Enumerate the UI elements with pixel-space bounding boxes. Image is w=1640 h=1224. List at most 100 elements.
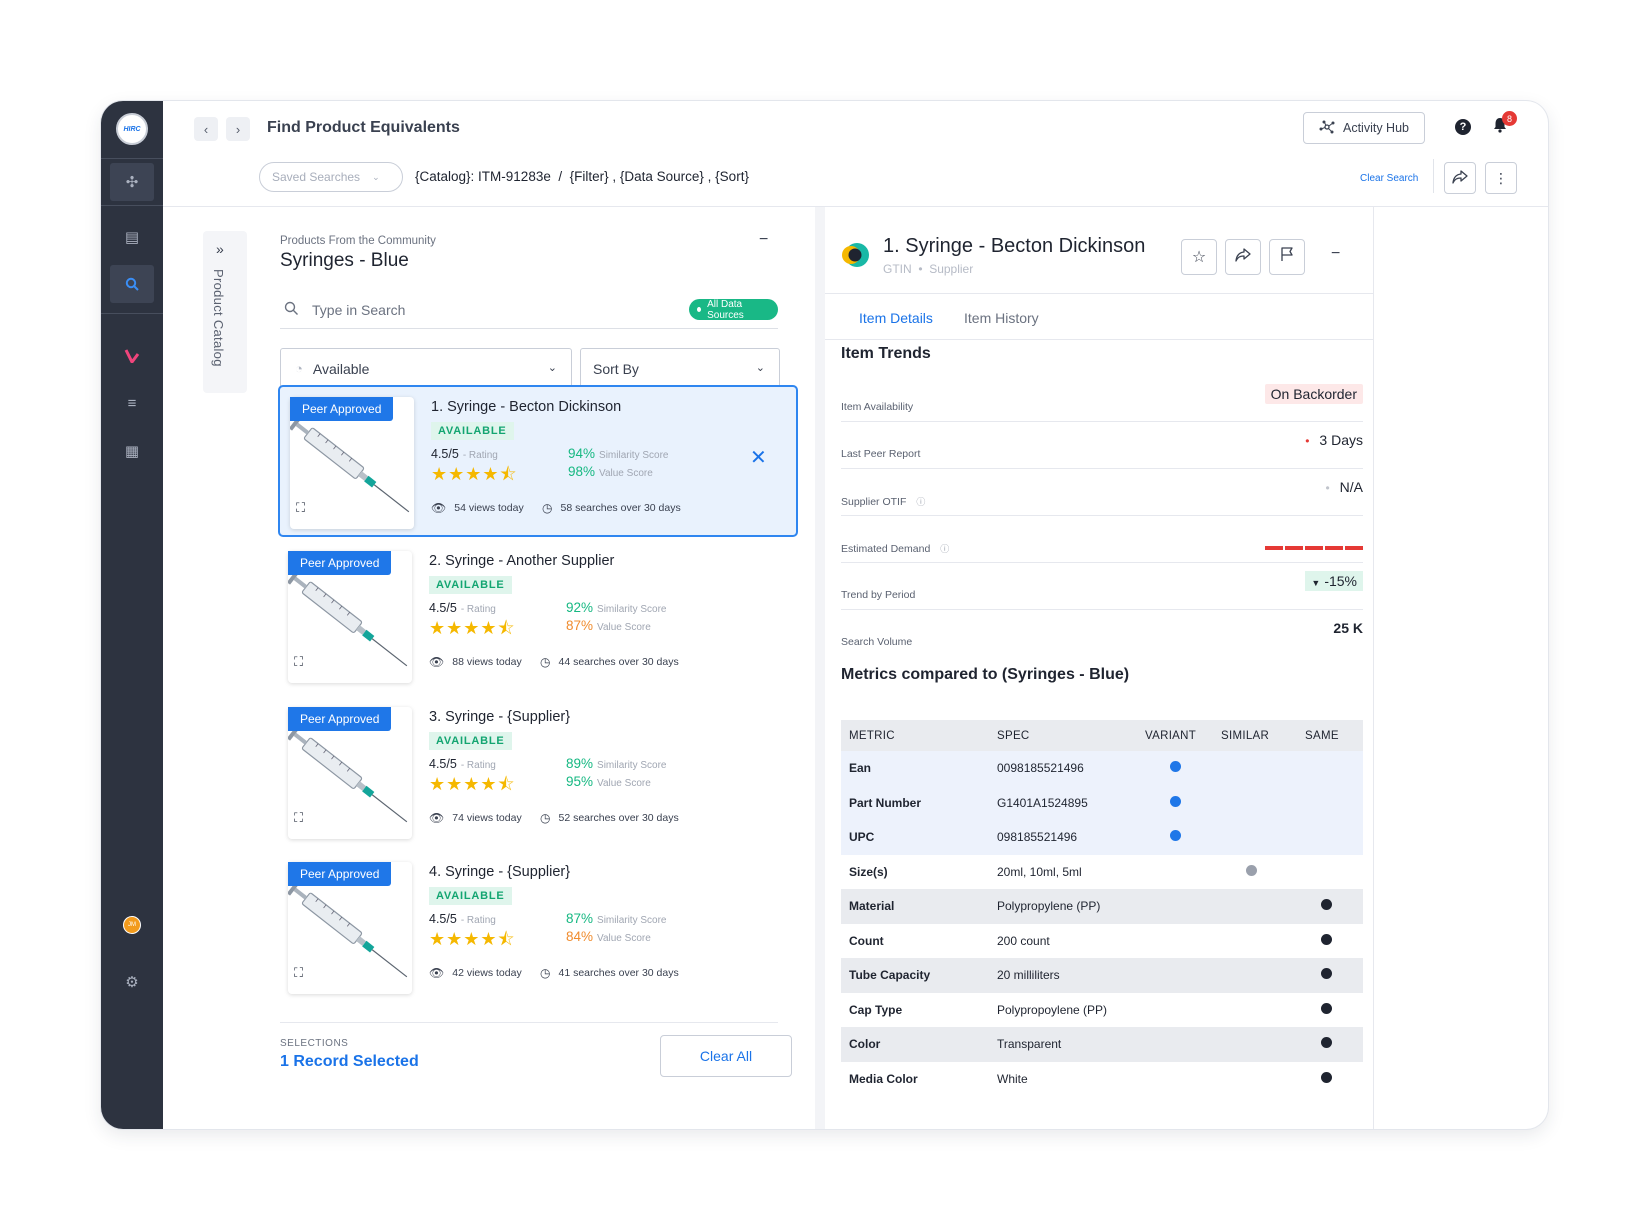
metric-spec: 0098185521496 xyxy=(989,751,1137,786)
rating-value: 4.5/5 xyxy=(429,912,457,926)
brand-icon[interactable] xyxy=(110,337,154,375)
table-row[interactable]: Part Number G1401A1524895 xyxy=(841,785,1363,820)
product-catalog-tab[interactable]: » Product Catalog xyxy=(203,231,247,393)
product-card[interactable]: Peer Approved ⛶ 2. Syringe - Another Sup… xyxy=(278,541,798,693)
avatar[interactable]: JM xyxy=(123,916,141,934)
metric-name: Material xyxy=(841,889,989,924)
saved-searches-dropdown[interactable]: Saved Searches ⌄ xyxy=(259,162,403,192)
availability-select[interactable]: ◔ Available ⌄ xyxy=(280,348,572,389)
gear-icon[interactable]: ⚙ xyxy=(110,963,154,1001)
product-name[interactable]: 2. Syringe - Another Supplier xyxy=(429,553,614,569)
tab-item-history[interactable]: Item History xyxy=(964,310,1039,326)
value-score-label: Value Score xyxy=(599,468,653,479)
document-icon[interactable]: ▤ xyxy=(110,218,154,256)
clear-all-button[interactable]: Clear All xyxy=(660,1035,792,1077)
share-item-button[interactable] xyxy=(1225,239,1261,275)
table-icon[interactable]: ▦ xyxy=(110,432,154,470)
minimize-button[interactable]: − xyxy=(1331,245,1340,263)
table-row[interactable]: Cap Type Polypropoylene (PP) xyxy=(841,993,1363,1028)
availability-value: Available xyxy=(312,360,370,377)
sort-select[interactable]: Sort By ⌄ xyxy=(580,348,780,389)
trend-label: Search Volume xyxy=(841,636,913,648)
expand-icon[interactable]: ⛶ xyxy=(294,965,303,981)
table-row[interactable]: Color Transparent xyxy=(841,1027,1363,1062)
product-card[interactable]: Peer Approved ⛶ 3. Syringe - {Supplier} … xyxy=(278,697,798,849)
app-logo[interactable]: HIRC xyxy=(116,113,148,145)
collapse-button[interactable]: − xyxy=(759,231,768,249)
trend-label: Trend by Period xyxy=(841,589,916,601)
metric-name: Color xyxy=(841,1027,989,1062)
table-row[interactable]: Tube Capacity 20 milliliters xyxy=(841,958,1363,993)
back-button[interactable]: ‹ xyxy=(194,117,218,141)
list-icon[interactable]: ≡ xyxy=(110,384,154,422)
share-button[interactable] xyxy=(1444,162,1476,194)
product-card[interactable]: Peer Approved ⛶ 4. Syringe - {Supplier} … xyxy=(278,852,798,1004)
table-row[interactable]: Media Color White xyxy=(841,1062,1363,1097)
product-name[interactable]: 3. Syringe - {Supplier} xyxy=(429,709,570,725)
search-icon[interactable] xyxy=(110,265,154,303)
eye-icon: 👁 xyxy=(431,501,447,515)
metric-spec: White xyxy=(997,1071,1028,1086)
metric-name: Tube Capacity xyxy=(841,958,989,993)
item-title: 1. Syringe - Becton Dickinson xyxy=(883,235,1146,257)
app-window: HIRC ✣ ▤ ≡ ▦ JM ⚙ ‹ › Find Product Equiv… xyxy=(101,101,1548,1129)
metric-name: Cap Type xyxy=(849,1002,903,1017)
expand-icon[interactable]: ⛶ xyxy=(296,500,305,516)
value-score-value: 87% xyxy=(566,618,594,633)
table-row[interactable]: Material Polypropylene (PP) xyxy=(841,889,1363,924)
sort-value: Sort By xyxy=(593,360,639,377)
same-cell xyxy=(1289,993,1363,1028)
demand-segment xyxy=(1345,546,1363,550)
table-row[interactable]: Count 200 count xyxy=(841,924,1363,959)
product-name[interactable]: 1. Syringe - Becton Dickinson xyxy=(431,399,621,415)
product-name[interactable]: 4. Syringe - {Supplier} xyxy=(429,864,570,880)
chevron-down-icon: ⌄ xyxy=(372,171,380,182)
metric-spec: 20ml, 10ml, 5ml xyxy=(997,864,1082,879)
variant-cell xyxy=(1137,855,1213,890)
tab-item-details[interactable]: Item Details xyxy=(859,310,933,326)
availability-badge: AVAILABLE xyxy=(429,576,512,594)
clear-search-link[interactable]: Clear Search xyxy=(1360,173,1418,184)
similar-cell xyxy=(1213,820,1289,855)
expand-icon[interactable]: ⛶ xyxy=(294,810,303,826)
badge-label: Peer Approved xyxy=(300,712,380,726)
similar-cell xyxy=(1213,855,1289,890)
searches-count: 52 searches over 30 days xyxy=(558,812,679,824)
panel-divider[interactable] xyxy=(815,207,825,1129)
same-cell xyxy=(1289,1062,1363,1097)
similar-cell xyxy=(1213,924,1289,959)
more-options-button[interactable]: ⋮ xyxy=(1485,162,1517,194)
sparkle-icon[interactable]: ✣ xyxy=(110,163,154,201)
table-row[interactable]: Ean 0098185521496 xyxy=(841,751,1363,786)
activity-hub-button[interactable]: Activity Hub xyxy=(1303,112,1425,144)
info-icon[interactable]: ⓘ xyxy=(916,497,925,507)
expand-icon[interactable]: ⛶ xyxy=(294,654,303,670)
flag-button[interactable] xyxy=(1269,239,1305,275)
eye-icon: 👁 xyxy=(429,655,445,669)
rating: 4.5/5- Rating xyxy=(429,757,496,771)
same-cell xyxy=(1289,785,1363,820)
similarity-value: 89% xyxy=(566,756,594,771)
metric-spec: 20 milliliters xyxy=(989,958,1137,993)
same-cell xyxy=(1289,958,1363,993)
product-card[interactable]: Peer Approved ⛶ 1. Syringe - Becton Dick… xyxy=(278,385,798,537)
same-cell xyxy=(1289,820,1363,855)
table-row[interactable]: UPC 098185521496 xyxy=(841,820,1363,855)
favorite-button[interactable]: ☆ xyxy=(1181,239,1217,275)
forward-button[interactable]: › xyxy=(226,117,250,141)
table-row[interactable]: Size(s) 20ml, 10ml, 5ml xyxy=(841,855,1363,890)
variant-cell xyxy=(1137,958,1213,993)
eye-icon: 👁 xyxy=(429,966,445,980)
help-icon[interactable]: ? xyxy=(1455,119,1471,135)
data-sources-label: All Data Sources xyxy=(707,298,744,321)
trend-row-otif: Supplier OTIF ⓘ • N/A xyxy=(841,467,1363,516)
page-title: Find Product Equivalents xyxy=(267,119,460,136)
search-input[interactable]: Type in Search xyxy=(312,302,405,318)
similarity-value: 87% xyxy=(566,911,594,926)
variant-cell xyxy=(1137,785,1213,820)
info-icon[interactable]: ⓘ xyxy=(940,544,949,554)
deselect-icon[interactable]: ✕ xyxy=(750,445,767,470)
data-sources-filter[interactable]: All Data Sources xyxy=(689,298,778,321)
double-chevron-right-icon: » xyxy=(216,241,224,257)
clock-icon: ◷ xyxy=(542,501,553,515)
